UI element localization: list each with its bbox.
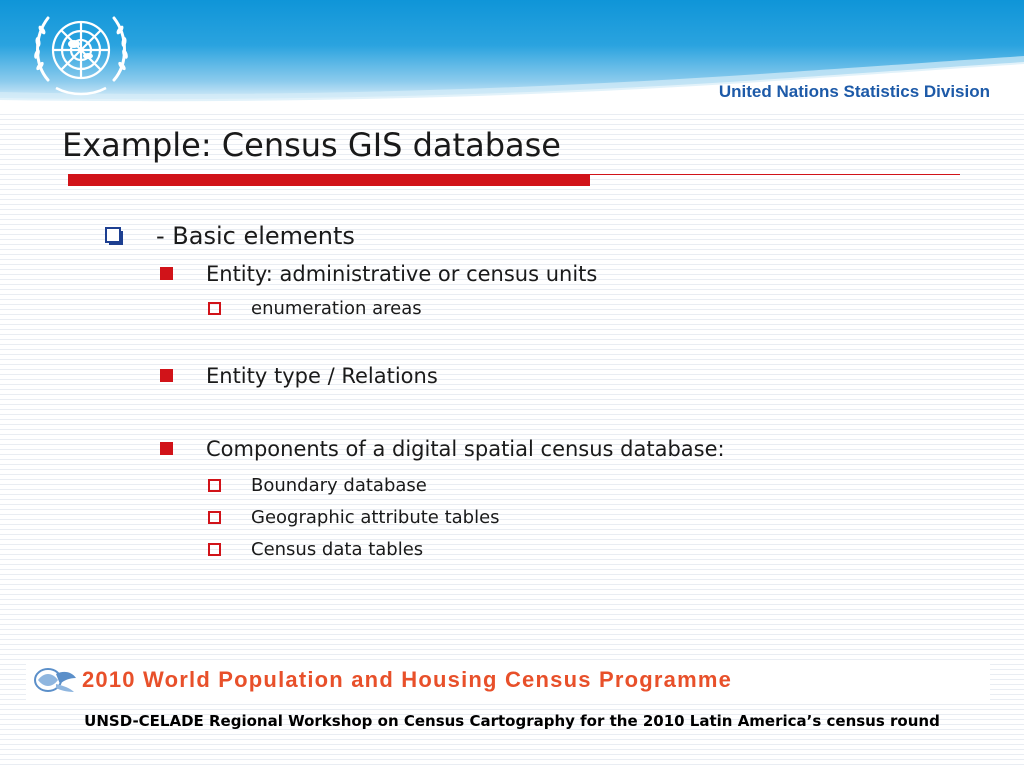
bullet-item: Boundary database — [251, 475, 427, 496]
bullet-text: Boundary database — [251, 475, 427, 496]
bullet-text: enumeration areas — [251, 298, 422, 319]
filled-square-icon — [160, 442, 173, 455]
bullet-text: Entity: administrative or census units — [206, 262, 598, 286]
census-programme-logo-icon — [34, 668, 76, 692]
bullet-item: Census data tables — [251, 539, 423, 560]
hollow-square-icon — [208, 479, 221, 492]
bullet-text: - Basic elements — [156, 222, 355, 250]
bullet-text: Census data tables — [251, 539, 424, 560]
bullet-text: Components of a digital spatial census d… — [206, 437, 725, 461]
hollow-square-icon — [208, 302, 221, 315]
organization-name: United Nations Statistics Division — [718, 82, 990, 101]
workshop-caption: UNSD-CELADE Regional Workshop on Census … — [84, 712, 940, 730]
bullet-text: Entity type / Relations — [206, 364, 438, 388]
filled-square-icon — [160, 267, 173, 280]
slide-title: Example: Census GIS database — [62, 126, 561, 164]
hollow-square-icon — [208, 543, 221, 556]
header-banner: United Nations Statistics Division — [0, 0, 1024, 113]
bullet-item: Geographic attribute tables — [251, 507, 500, 528]
bullet-item: Components of a digital spatial census d… — [206, 437, 725, 461]
programme-title: 2010 World Population and Housing Census… — [82, 667, 733, 692]
checkbox-shadow-icon — [105, 227, 123, 245]
bullet-text: Geographic attribute tables — [251, 507, 500, 528]
bullet-item: - Basic elements — [156, 222, 355, 250]
title-underline-thick — [68, 174, 590, 186]
title-underline-thin — [590, 174, 960, 175]
filled-square-icon — [160, 369, 173, 382]
bullet-item: enumeration areas — [251, 298, 422, 319]
bullet-item: Entity: administrative or census units — [206, 262, 597, 286]
hollow-square-icon — [208, 511, 221, 524]
un-emblem-icon — [34, 16, 128, 96]
bullet-item: Entity type / Relations — [206, 364, 438, 388]
